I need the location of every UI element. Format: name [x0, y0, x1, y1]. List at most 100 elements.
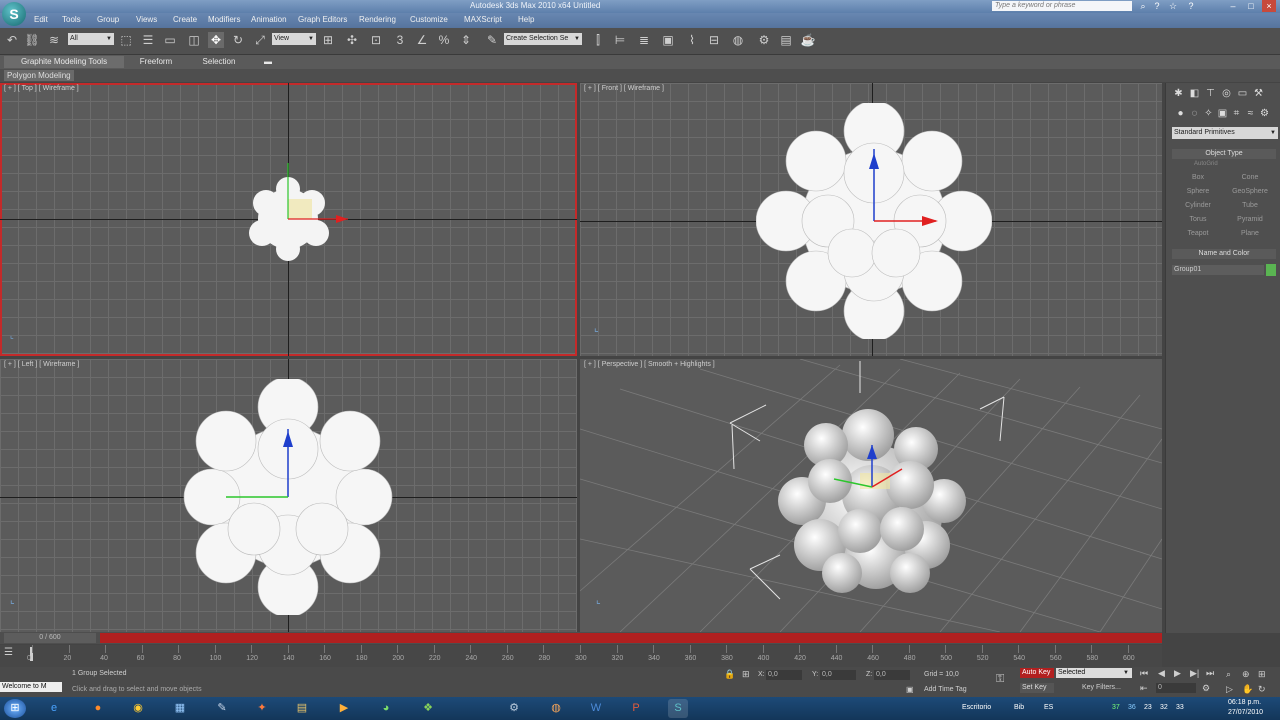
- time-slider[interactable]: 0 / 600: [4, 633, 96, 643]
- app-logo[interactable]: S: [2, 2, 26, 26]
- tab-freeform[interactable]: Freeform: [130, 56, 182, 68]
- torus-button[interactable]: Torus: [1174, 214, 1222, 226]
- help-question-icon[interactable]: ?: [1184, 0, 1198, 12]
- viewport-label[interactable]: [ + ] [ Front ] [ Wireframe ]: [584, 85, 664, 92]
- systems-icon[interactable]: ⚙: [1258, 107, 1271, 120]
- window-crossing-icon[interactable]: ◫: [186, 32, 202, 48]
- bib-toolbar[interactable]: Bib: [1014, 704, 1024, 711]
- tray-number-3[interactable]: 23: [1144, 704, 1152, 711]
- time-slider-track[interactable]: [100, 633, 1162, 643]
- next-frame-icon[interactable]: ▶|: [1190, 668, 1199, 679]
- named-selection-dropdown[interactable]: Create Selection Se ▼: [504, 33, 582, 45]
- sphere-button[interactable]: Sphere: [1174, 186, 1222, 198]
- menu-animation[interactable]: Animation: [251, 15, 287, 24]
- star-icon[interactable]: ☆: [1166, 0, 1180, 12]
- help-icon[interactable]: ?: [1150, 0, 1164, 12]
- key-mode-dropdown[interactable]: Selected ▼: [1056, 668, 1132, 678]
- render-setup-icon[interactable]: ⚙: [756, 32, 772, 48]
- tray-number-2[interactable]: 36: [1128, 704, 1136, 711]
- ie-browser-icon[interactable]: e: [44, 699, 64, 718]
- auto-key-button[interactable]: Auto Key: [1020, 668, 1054, 678]
- zoom-all-icon[interactable]: ⊕: [1242, 669, 1250, 680]
- x-coordinate-field[interactable]: 0,0: [766, 670, 802, 680]
- render-teapot-icon[interactable]: ☕: [800, 32, 816, 48]
- cameras-icon[interactable]: ▣: [1216, 107, 1229, 120]
- rendered-frame-icon[interactable]: ▤: [778, 32, 794, 48]
- menu-tools[interactable]: Tools: [62, 15, 81, 24]
- app-icon-2[interactable]: ✎: [212, 699, 232, 718]
- object-name-field[interactable]: Group01: [1172, 265, 1264, 275]
- desktop-toolbar[interactable]: Escritorio: [962, 704, 991, 711]
- zoom-icon[interactable]: ⌕: [1226, 669, 1231, 680]
- category-dropdown[interactable]: Standard Primitives ▼: [1172, 127, 1278, 139]
- geometry-icon[interactable]: ●: [1174, 107, 1187, 120]
- selection-filter-dropdown[interactable]: All ▼: [68, 33, 114, 45]
- powerpoint-icon[interactable]: P: [626, 699, 646, 718]
- viewport-left[interactable]: [ + ] [ Left ] [ Wireframe ] ⌞: [0, 359, 577, 632]
- angle-snap-icon[interactable]: ∠: [414, 32, 430, 48]
- maximize-icon[interactable]: □: [1244, 0, 1258, 12]
- firefox-icon[interactable]: ●: [88, 699, 108, 718]
- key-filters-button[interactable]: Key Filters...: [1082, 684, 1121, 691]
- ref-coord-dropdown[interactable]: View ▼: [272, 33, 316, 45]
- current-frame-field[interactable]: 0: [1156, 683, 1196, 693]
- prev-frame-icon[interactable]: ◀: [1158, 668, 1165, 679]
- tray-number-4[interactable]: 32: [1160, 704, 1168, 711]
- start-button-icon[interactable]: ⊞: [4, 699, 26, 718]
- link-icon[interactable]: ⛓: [24, 32, 40, 48]
- curve-editor-icon[interactable]: ⌇: [684, 32, 700, 48]
- viewport-perspective[interactable]: [ + ] [ Perspective ] [ Smooth + Highlig…: [580, 359, 1162, 632]
- y-coordinate-field[interactable]: 0,0: [820, 670, 856, 680]
- display-tab-icon[interactable]: ▭: [1236, 87, 1249, 100]
- percent-snap-icon[interactable]: %: [436, 32, 452, 48]
- name-and-color-rollout[interactable]: Name and Color: [1172, 249, 1276, 259]
- clock-date[interactable]: 27/07/2010: [1228, 709, 1263, 716]
- absolute-mode-icon[interactable]: ⊞: [742, 669, 750, 680]
- chrome-icon[interactable]: ◉: [128, 699, 148, 718]
- binoculars-icon[interactable]: ⌕: [1136, 0, 1150, 12]
- lock-icon[interactable]: 🔒: [724, 669, 735, 680]
- app-icon-5[interactable]: ❖: [418, 699, 438, 718]
- polygon-modeling-panel[interactable]: Polygon Modeling: [4, 70, 74, 81]
- folder-icon[interactable]: ▤: [292, 699, 312, 718]
- ribbon-toggle-icon[interactable]: ▬: [262, 56, 274, 68]
- orbit-icon[interactable]: ↻: [1258, 684, 1266, 695]
- language-indicator[interactable]: ES: [1044, 704, 1053, 711]
- viewport-label[interactable]: [ + ] [ Perspective ] [ Smooth + Highlig…: [584, 361, 715, 368]
- align-icon[interactable]: ⊨: [612, 32, 628, 48]
- geosphere-button[interactable]: GeoSphere: [1226, 186, 1274, 198]
- app-icon-1[interactable]: ▦: [170, 699, 190, 718]
- plane-button[interactable]: Plane: [1226, 228, 1274, 240]
- tube-button[interactable]: Tube: [1226, 200, 1274, 212]
- media-player-icon[interactable]: ▶: [334, 699, 354, 718]
- pivot-center-icon[interactable]: ⊞: [320, 32, 336, 48]
- key-icon[interactable]: ⚿: [996, 673, 1004, 686]
- menu-rendering[interactable]: Rendering: [359, 15, 396, 24]
- viewport-front[interactable]: [ + ] [ Front ] [ Wireframe ] ⌞: [580, 83, 1162, 356]
- scale-icon[interactable]: ⤢: [252, 32, 268, 48]
- lights-icon[interactable]: ✧: [1202, 107, 1215, 120]
- add-time-tag[interactable]: Add Time Tag: [924, 686, 967, 693]
- curve-editor-mini-icon[interactable]: ☰: [4, 647, 13, 658]
- word-icon[interactable]: W: [586, 699, 606, 718]
- pyramid-button[interactable]: Pyramid: [1226, 214, 1274, 226]
- spinner-snap-icon[interactable]: ⇕: [458, 32, 474, 48]
- clock-time[interactable]: 06:18 p.m.: [1228, 699, 1261, 706]
- viewport-label[interactable]: [ + ] [ Top ] [ Wireframe ]: [4, 85, 79, 92]
- tab-selection[interactable]: Selection: [192, 56, 246, 68]
- menu-help[interactable]: Help: [518, 15, 534, 24]
- goto-start-icon[interactable]: ⏮: [1140, 668, 1148, 679]
- tray-number-1[interactable]: 37: [1112, 704, 1120, 711]
- rotate-icon[interactable]: ↻: [230, 32, 246, 48]
- track-bar[interactable]: ☰ 0 20 40 60 80 100 120 140 160 180 200 220 240 260 28…: [0, 645, 1162, 667]
- menu-create[interactable]: Create: [173, 15, 197, 24]
- menu-maxscript[interactable]: MAXScript: [464, 15, 502, 24]
- app-icon-6[interactable]: ⚙: [504, 699, 524, 718]
- teapot-button[interactable]: Teapot: [1174, 228, 1222, 240]
- search-input[interactable]: Type a keyword or phrase: [992, 1, 1132, 11]
- snap-toggle-icon[interactable]: 3: [392, 32, 408, 48]
- select-object-icon[interactable]: ⬚: [118, 32, 134, 48]
- bind-space-warp-icon[interactable]: ≋: [46, 32, 62, 48]
- key-mode-icon[interactable]: ⇤: [1140, 683, 1148, 694]
- menu-group[interactable]: Group: [97, 15, 119, 24]
